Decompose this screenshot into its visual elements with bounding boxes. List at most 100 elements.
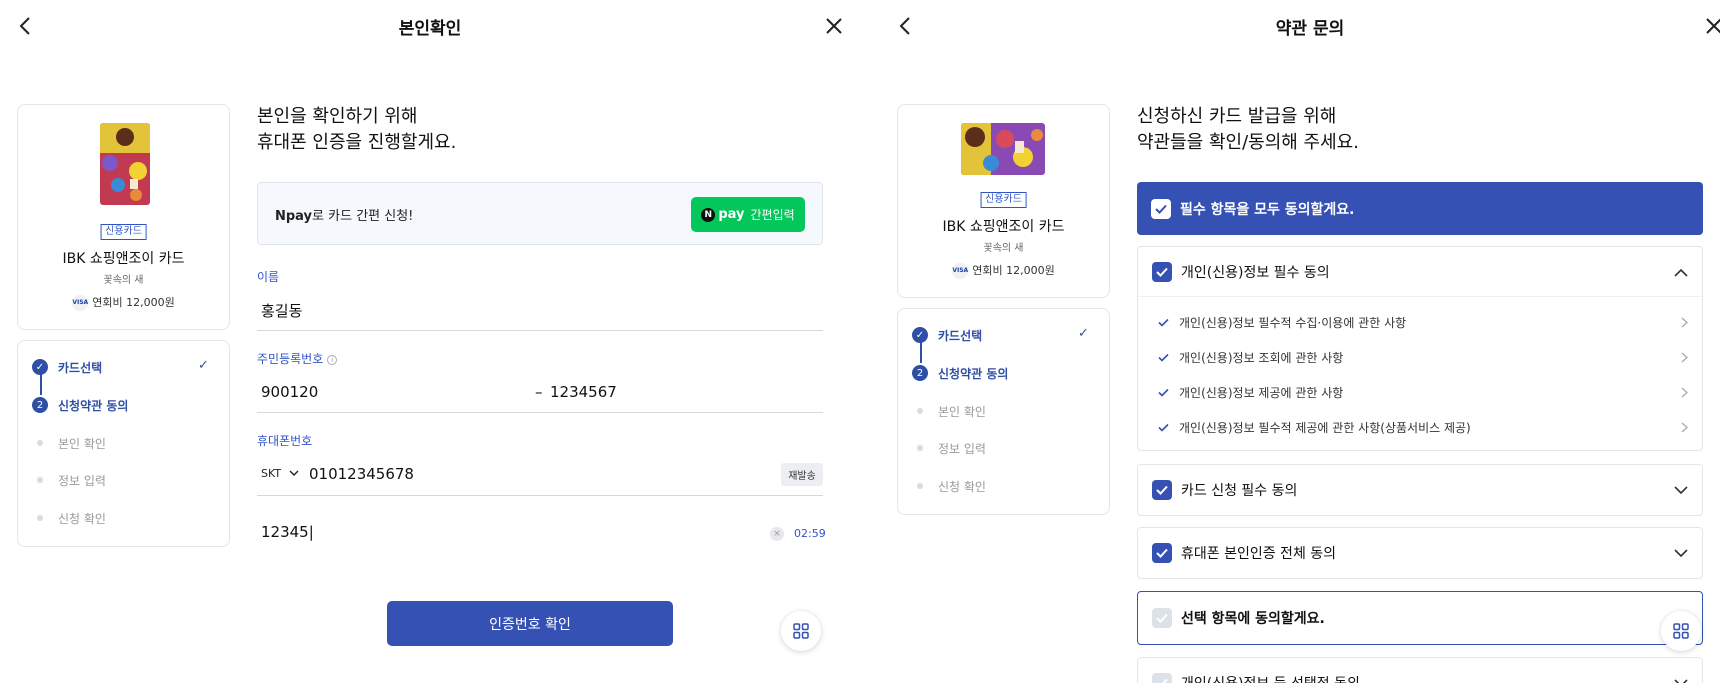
card-image <box>961 123 1045 175</box>
terms-group-card-apply: 카드 신청 필수 동의 <box>1137 464 1703 516</box>
terms-item[interactable]: 개인(신용)정보 제공에 관한 사항 <box>1158 383 1688 401</box>
name-label: 이름 <box>257 270 280 284</box>
terms-item[interactable]: 개인(신용)정보 필수적 제공에 관한 사항(상품서비스 제공) <box>1158 418 1688 436</box>
terms-group-header[interactable]: 카드 신청 필수 동의 <box>1152 479 1688 501</box>
chevron-down-icon <box>1674 548 1688 557</box>
countdown-timer: 02:59 <box>794 527 826 540</box>
check-icon <box>1158 388 1169 397</box>
visa-icon: VISA <box>952 263 969 279</box>
step-label: 신청약관 동의 <box>938 366 1009 381</box>
menu-grid-button[interactable] <box>781 611 821 651</box>
terms-group-header[interactable]: 개인(신용)정보 필수 동의 <box>1152 261 1688 283</box>
annual-fee-text: 연회비 12,000원 <box>92 296 175 309</box>
terms-item[interactable]: 개인(신용)정보 조회에 관한 사항 <box>1158 348 1688 366</box>
terms-group-label: 개인(신용)정보 등 선택적 동의 <box>1181 673 1360 683</box>
menu-grid-button[interactable] <box>1661 611 1701 651</box>
npay-brand: Npay <box>275 209 313 224</box>
checkbox-checked-icon <box>1152 480 1172 500</box>
verify-code-button[interactable]: 인증번호 확인 <box>387 601 673 646</box>
step-number: 2 <box>32 397 48 413</box>
card-name: IBK 쇼핑앤조이 카드 <box>942 219 1065 235</box>
terms-group-header[interactable]: 개인(신용)정보 등 선택적 동의 <box>1152 672 1688 683</box>
step-info-input: 정보 입력 <box>32 469 106 491</box>
step-progress: ✓ 카드선택 ✓ 2 신청약관 동의 본인 확인 정보 입력 신청 확인 <box>897 308 1110 515</box>
step-identity: 본인 확인 <box>912 400 986 422</box>
terms-item[interactable]: 개인(신용)정보 필수적 수집·이용에 관한 사항 <box>1158 313 1688 331</box>
npay-banner: Npay로 카드 간편 신청! Npay 간편입력 <box>257 182 823 245</box>
agree-all-label: 필수 항목을 모두 동의할게요. <box>1180 201 1355 218</box>
divider <box>257 495 823 496</box>
rrn-back-input[interactable]: 1234567 <box>550 383 617 401</box>
checkbox-unchecked-icon <box>1152 608 1172 628</box>
terms-item-label: 개인(신용)정보 제공에 관한 사항 <box>1179 385 1344 400</box>
card-image <box>100 123 150 205</box>
chevron-right-icon <box>1681 387 1688 397</box>
npay-pay-text: pay <box>718 207 745 222</box>
step-label: 정보 입력 <box>938 441 986 456</box>
grid-icon <box>793 623 809 639</box>
phone-label: 휴대폰번호 <box>257 434 313 448</box>
carrier-value: SKT <box>261 467 282 480</box>
agree-all-required[interactable]: 필수 항목을 모두 동의할게요. <box>1137 182 1703 235</box>
rrn-dash: – <box>535 383 543 401</box>
check-icon <box>1158 353 1169 362</box>
npay-quick-input-button[interactable]: Npay 간편입력 <box>691 197 805 232</box>
step-number: 2 <box>912 365 928 381</box>
step-dot <box>37 440 43 446</box>
top-bar: 약관 문의 <box>880 0 1720 52</box>
checkbox-checked-icon <box>1152 543 1172 563</box>
close-icon[interactable] <box>822 14 846 38</box>
annual-fee-text: 연회비 12,000원 <box>972 264 1055 277</box>
step-confirm: 신청 확인 <box>32 507 106 529</box>
checkbox-unchecked-icon <box>1152 673 1172 683</box>
terms-group-phone-auth: 휴대폰 본인인증 전체 동의 <box>1137 527 1703 579</box>
name-input[interactable]: 홍길동 <box>261 300 302 321</box>
step-label: 본인 확인 <box>938 404 986 419</box>
clear-input-icon[interactable]: × <box>770 527 784 541</box>
page-title: 약관 문의 <box>1275 19 1345 39</box>
step-done-check-icon: ✓ <box>198 358 209 373</box>
credit-card-tag: 신용카드 <box>100 224 147 240</box>
step-label: 정보 입력 <box>58 473 106 488</box>
step-label: 신청 확인 <box>58 511 106 526</box>
annual-fee: VISA 연회비 12,000원 <box>18 294 229 311</box>
step-dot <box>37 477 43 483</box>
npay-text-rest: 로 카드 간편 신청! <box>312 209 414 224</box>
check-icon: ✓ <box>912 327 928 343</box>
credit-card-tag: 신용카드 <box>980 192 1027 208</box>
heading-line: 신청하신 카드 발급을 위해 <box>1137 106 1337 127</box>
agree-all-optional[interactable]: 선택 항목에 동의할게요. <box>1137 591 1703 645</box>
step-card-select: ✓ 카드선택 <box>32 356 102 378</box>
terms-group-header[interactable]: 선택 항목에 동의할게요. <box>1152 607 1688 629</box>
npay-button-label: 간편입력 <box>750 208 795 222</box>
chevron-right-icon <box>1681 352 1688 362</box>
page-heading: 신청하신 카드 발급을 위해 약관들을 확인/동의해 주세요. <box>1137 104 1359 156</box>
step-dot <box>917 408 923 414</box>
close-icon[interactable] <box>1702 14 1720 38</box>
resend-button[interactable]: 재발송 <box>781 463 823 486</box>
chevron-right-icon <box>1681 317 1688 327</box>
heading-line: 휴대폰 인증을 진행할게요. <box>257 132 457 153</box>
terms-group-label: 휴대폰 본인인증 전체 동의 <box>1181 546 1337 562</box>
card-summary: 신용카드 IBK 쇼핑앤조이 카드 꽃속의 새 VISA 연회비 12,000원 <box>17 104 230 330</box>
chevron-right-icon <box>1681 422 1688 432</box>
annual-fee: VISA 연회비 12,000원 <box>898 262 1109 279</box>
heading-line: 약관들을 확인/동의해 주세요. <box>1137 132 1359 153</box>
terms-group-personal: 개인(신용)정보 필수 동의 개인(신용)정보 필수적 수집·이용에 관한 사항… <box>1137 246 1703 451</box>
heading-line: 본인을 확인하기 위해 <box>257 106 418 127</box>
verification-code-input[interactable]: 12345| <box>261 523 314 541</box>
identity-verification-screen: 본인확인 신용카드 IBK 쇼핑앤조이 카드 꽃속의 새 VISA 연회비 12,… <box>0 0 860 683</box>
chevron-up-icon <box>1674 268 1688 277</box>
carrier-select[interactable]: SKT <box>261 467 299 480</box>
divider <box>1138 296 1702 297</box>
step-confirm: 신청 확인 <box>912 475 986 497</box>
step-done-check-icon: ✓ <box>1078 326 1089 341</box>
card-summary: 신용카드 IBK 쇼핑앤조이 카드 꽃속의 새 VISA 연회비 12,000원 <box>897 104 1110 298</box>
rrn-front-input[interactable]: 900120 <box>261 383 318 401</box>
info-icon[interactable]: i <box>327 354 338 365</box>
phone-number-input[interactable]: 01012345678 <box>309 465 414 483</box>
step-progress: ✓ 카드선택 ✓ 2 신청약관 동의 본인 확인 정보 입력 신청 확인 <box>17 340 230 547</box>
step-terms-agree: 2 신청약관 동의 <box>912 362 1008 384</box>
terms-group-header[interactable]: 휴대폰 본인인증 전체 동의 <box>1152 542 1688 564</box>
terms-group-optional-personal: 개인(신용)정보 등 선택적 동의 <box>1137 657 1703 683</box>
